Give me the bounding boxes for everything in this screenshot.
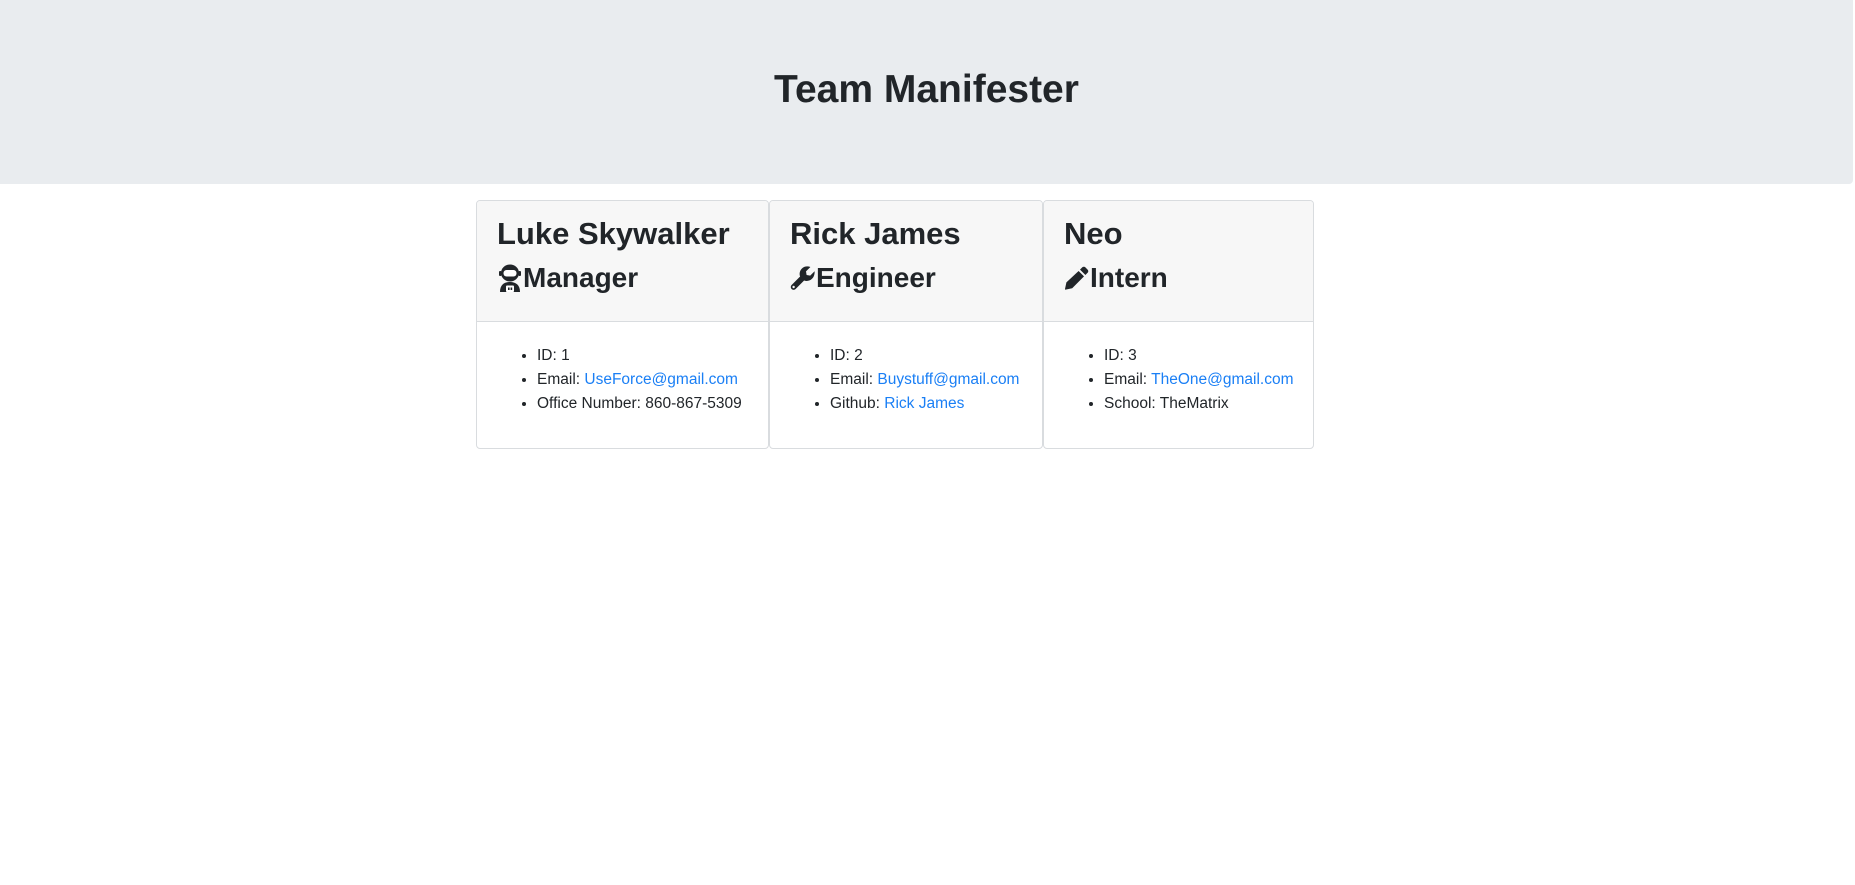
wrench-icon [790,264,816,292]
github-link[interactable]: Rick James [884,395,964,412]
card-header: Neo Intern [1044,201,1313,322]
office-number-label: Office Number: [537,395,641,412]
employee-details: ID: 3 Email: TheOne@gmail.com School: Th… [1064,344,1293,416]
employee-details: ID: 1 Email: UseForce@gmail.com Office N… [497,344,748,416]
employee-name: Luke Skywalker [497,216,730,251]
email-item: Email: TheOne@gmail.com [1104,368,1293,392]
card-body: ID: 2 Email: Buystuff@gmail.com Github: … [770,322,1042,416]
card-header: Rick James Engineer [770,201,1042,322]
employee-name: Neo [1064,216,1123,251]
email-link[interactable]: UseForce@gmail.com [584,371,738,388]
office-number-item: Office Number: 860-867-5309 [537,392,748,416]
employee-role: Manager [497,261,748,295]
id-value: 2 [854,347,863,364]
email-item: Email: UseForce@gmail.com [537,368,748,392]
employee-role: Intern [1064,261,1293,295]
school-label: School: [1104,395,1156,412]
employee-name: Rick James [790,216,961,251]
github-item: Github: Rick James [830,392,1022,416]
user-astronaut-icon [497,264,523,292]
employee-card-engineer: Rick James Engineer ID: 2 Email: Buystuf… [769,200,1043,449]
id-item: ID: 1 [537,344,748,368]
id-label: ID: [1104,347,1124,364]
email-label: Email: [537,371,581,388]
pencil-icon [1064,264,1090,292]
card-body: ID: 1 Email: UseForce@gmail.com Office N… [477,322,768,416]
id-label: ID: [830,347,850,364]
role-label: Intern [1090,262,1168,293]
role-label: Manager [523,262,639,293]
card-header: Luke Skywalker Manager [477,201,768,322]
id-item: ID: 2 [830,344,1022,368]
office-number-value: 860-867-5309 [645,395,742,412]
id-item: ID: 3 [1104,344,1293,368]
email-item: Email: Buystuff@gmail.com [830,368,1022,392]
school-value: TheMatrix [1159,395,1229,412]
employee-card-manager: Luke Skywalker Manager • ID: 1 • Email: … [476,200,769,449]
card-body: ID: 3 Email: TheOne@gmail.com School: Th… [1044,322,1313,416]
email-link[interactable]: TheOne@gmail.com [1151,371,1293,388]
email-label: Email: [830,371,874,388]
role-label: Engineer [816,262,936,293]
email-label: Email: [1104,371,1148,388]
id-label: ID: [537,347,557,364]
school-item: School: TheMatrix [1104,392,1293,416]
email-link[interactable]: Buystuff@gmail.com [877,371,1019,388]
employee-card-intern: Neo Intern ID: 3 Email: TheOne@gmail.com… [1043,200,1314,449]
id-value: 1 [561,347,570,364]
id-value: 3 [1128,347,1137,364]
page-title: Team Manifester [774,68,1079,111]
employee-role: Engineer [790,261,1022,295]
employee-details: ID: 2 Email: Buystuff@gmail.com Github: … [790,344,1022,416]
page-header: Team Manifester [0,0,1853,184]
github-label: Github: [830,395,880,412]
